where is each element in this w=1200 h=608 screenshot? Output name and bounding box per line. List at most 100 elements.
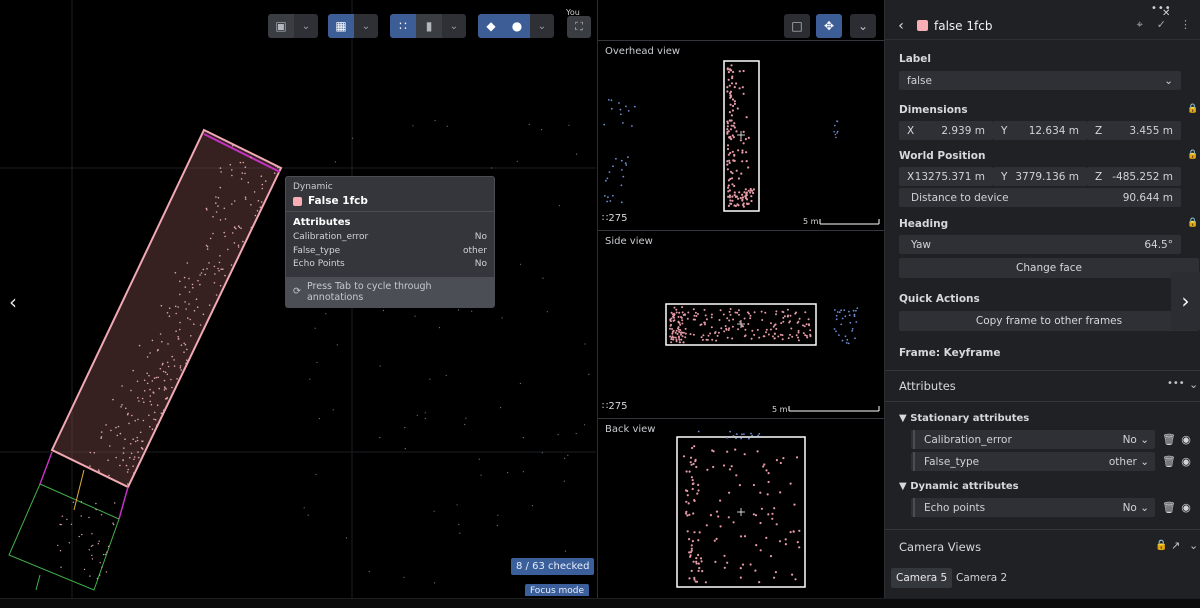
side-canvas[interactable] [598, 231, 885, 418]
chevron-down-icon[interactable]: ⌄ [294, 14, 318, 38]
point [737, 309, 740, 312]
locate-icon[interactable]: ⌖ [1137, 18, 1143, 32]
camera-tab[interactable]: Camera 5 [891, 568, 953, 588]
point [741, 149, 744, 152]
previous-frame-icon[interactable]: ‹ [4, 290, 22, 314]
point [685, 470, 688, 473]
point [834, 133, 837, 136]
point [142, 440, 144, 443]
point [336, 344, 338, 346]
point [542, 277, 544, 279]
lock-icon[interactable]: 🔒 [1187, 104, 1198, 114]
palette-icon[interactable]: ◉ [1177, 430, 1195, 449]
trash-icon[interactable]: 🗑 [1160, 498, 1178, 517]
chevron-down-icon[interactable]: ⌄ [850, 14, 876, 38]
chevron-down-icon[interactable]: ⌄ [354, 14, 378, 38]
tooltip-hint: Press Tab to cycle through annotations [306, 280, 432, 303]
overhead-canvas[interactable] [598, 41, 885, 230]
overhead-view[interactable]: Overhead view ∷275 5 m [598, 40, 885, 230]
frame-select-icon[interactable]: □ [784, 14, 810, 38]
back-view[interactable]: Back view [598, 418, 885, 598]
chevron-down-icon[interactable]: ⌄ [442, 14, 466, 38]
point [670, 338, 673, 340]
attribute-row[interactable]: Echo points No ⌄ [911, 498, 1155, 517]
checked-count-badge[interactable]: 8 / 63 checked [511, 558, 595, 575]
attribute-select[interactable]: No ⌄ [1123, 434, 1149, 446]
bottom-timeline-strip [0, 598, 1200, 608]
point [765, 536, 768, 539]
point [685, 510, 688, 513]
point [154, 418, 157, 421]
point [742, 130, 745, 133]
palette-icon[interactable]: ◉ [1177, 498, 1195, 517]
layout-grid-icon[interactable]: ▦ [328, 14, 354, 38]
lock-icon[interactable]: 🔒 [1187, 150, 1198, 160]
change-face-button[interactable]: Change face [899, 258, 1199, 278]
label-tag-icon[interactable]: ▮ [416, 14, 442, 38]
point [70, 523, 73, 525]
move-arrows-icon[interactable]: ✥ [816, 14, 842, 38]
dimension-z-field[interactable]: Z 3.455 m [1087, 121, 1181, 140]
point [791, 573, 794, 576]
point [163, 389, 166, 391]
stationary-attributes-group[interactable]: ▼ Stationary attributes [899, 413, 1029, 424]
lock-icon[interactable]: 🔒 [1187, 218, 1198, 228]
point [706, 468, 709, 471]
attribute-select[interactable]: No ⌄ [1123, 502, 1149, 514]
main-3d-viewport[interactable]: You ▣ ⌄ ▦ ⌄ ∷ ▮ ⌄ ◆ ● ⌄ ⛶ ‹ Dynamic Fals… [0, 0, 596, 598]
video-camera-icon[interactable]: ▣ [268, 14, 294, 38]
attribute-row[interactable]: False_type other ⌄ [911, 452, 1155, 471]
camera-tab[interactable]: Camera 2 [951, 568, 1012, 588]
point [672, 315, 674, 318]
layers-icon[interactable]: ◆ [478, 14, 504, 38]
trash-icon[interactable]: 🗑 [1160, 452, 1178, 471]
point-cloud-icon[interactable]: ∷ [390, 14, 416, 38]
distance-label: Distance to device [911, 191, 1009, 204]
point [738, 313, 740, 316]
chevron-down-icon[interactable]: ⌄ [1189, 378, 1198, 391]
dimension-x-field[interactable]: X 2.939 m [899, 121, 993, 140]
point [186, 359, 188, 362]
point [673, 319, 676, 322]
point [731, 134, 734, 137]
world-z-field[interactable]: Z -485.252 m [1087, 167, 1181, 186]
back-canvas[interactable] [598, 419, 885, 598]
point [244, 198, 247, 200]
next-frame-icon[interactable]: › [1171, 272, 1200, 330]
side-view[interactable]: Side view ∷275 5 m [598, 230, 885, 418]
dynamic-attributes-group[interactable]: ▼ Dynamic attributes [899, 481, 1019, 492]
point [730, 82, 734, 85]
check-icon[interactable]: ✓ [1157, 18, 1166, 32]
copy-frame-button[interactable]: Copy frame to other frames [899, 311, 1199, 331]
point [686, 514, 689, 517]
yaw-field[interactable]: Yaw 64.5° [899, 235, 1181, 254]
point [669, 327, 671, 330]
dimension-y-field[interactable]: Y 12.634 m [993, 121, 1087, 140]
chevron-down-icon[interactable]: ⌄ [1189, 539, 1198, 552]
label-select[interactable]: false ⌄ [899, 71, 1181, 90]
annotation-box[interactable] [50, 128, 283, 489]
focus-mode-button[interactable]: Focus mode [525, 584, 589, 596]
point [185, 308, 187, 310]
world-y-field[interactable]: Y 3779.136 m [993, 167, 1087, 186]
point [188, 277, 190, 280]
fullscreen-icon[interactable]: ⛶ [567, 16, 591, 38]
point [705, 318, 708, 321]
back-arrow-icon[interactable]: ‹ [891, 18, 911, 34]
more-vertical-icon[interactable]: ⋮ [1180, 18, 1191, 32]
chevron-down-icon[interactable]: ⌄ [530, 14, 554, 38]
point [755, 544, 758, 547]
external-link-icon[interactable]: ↗ [1171, 539, 1180, 552]
circle-icon[interactable]: ● [504, 14, 530, 38]
attribute-row[interactable]: Calibration_error No ⌄ [911, 430, 1155, 449]
trash-icon[interactable]: 🗑 [1160, 430, 1178, 449]
more-options-icon[interactable]: ••• [1167, 378, 1185, 389]
world-x-field[interactable]: X 13275.371 m [899, 167, 993, 186]
palette-icon[interactable]: ◉ [1177, 452, 1195, 471]
point [731, 150, 734, 153]
lock-icon[interactable]: 🔒 [1155, 540, 1167, 551]
attribute-select[interactable]: other ⌄ [1109, 456, 1149, 468]
point [765, 469, 768, 472]
point [166, 361, 169, 364]
point [180, 369, 182, 371]
